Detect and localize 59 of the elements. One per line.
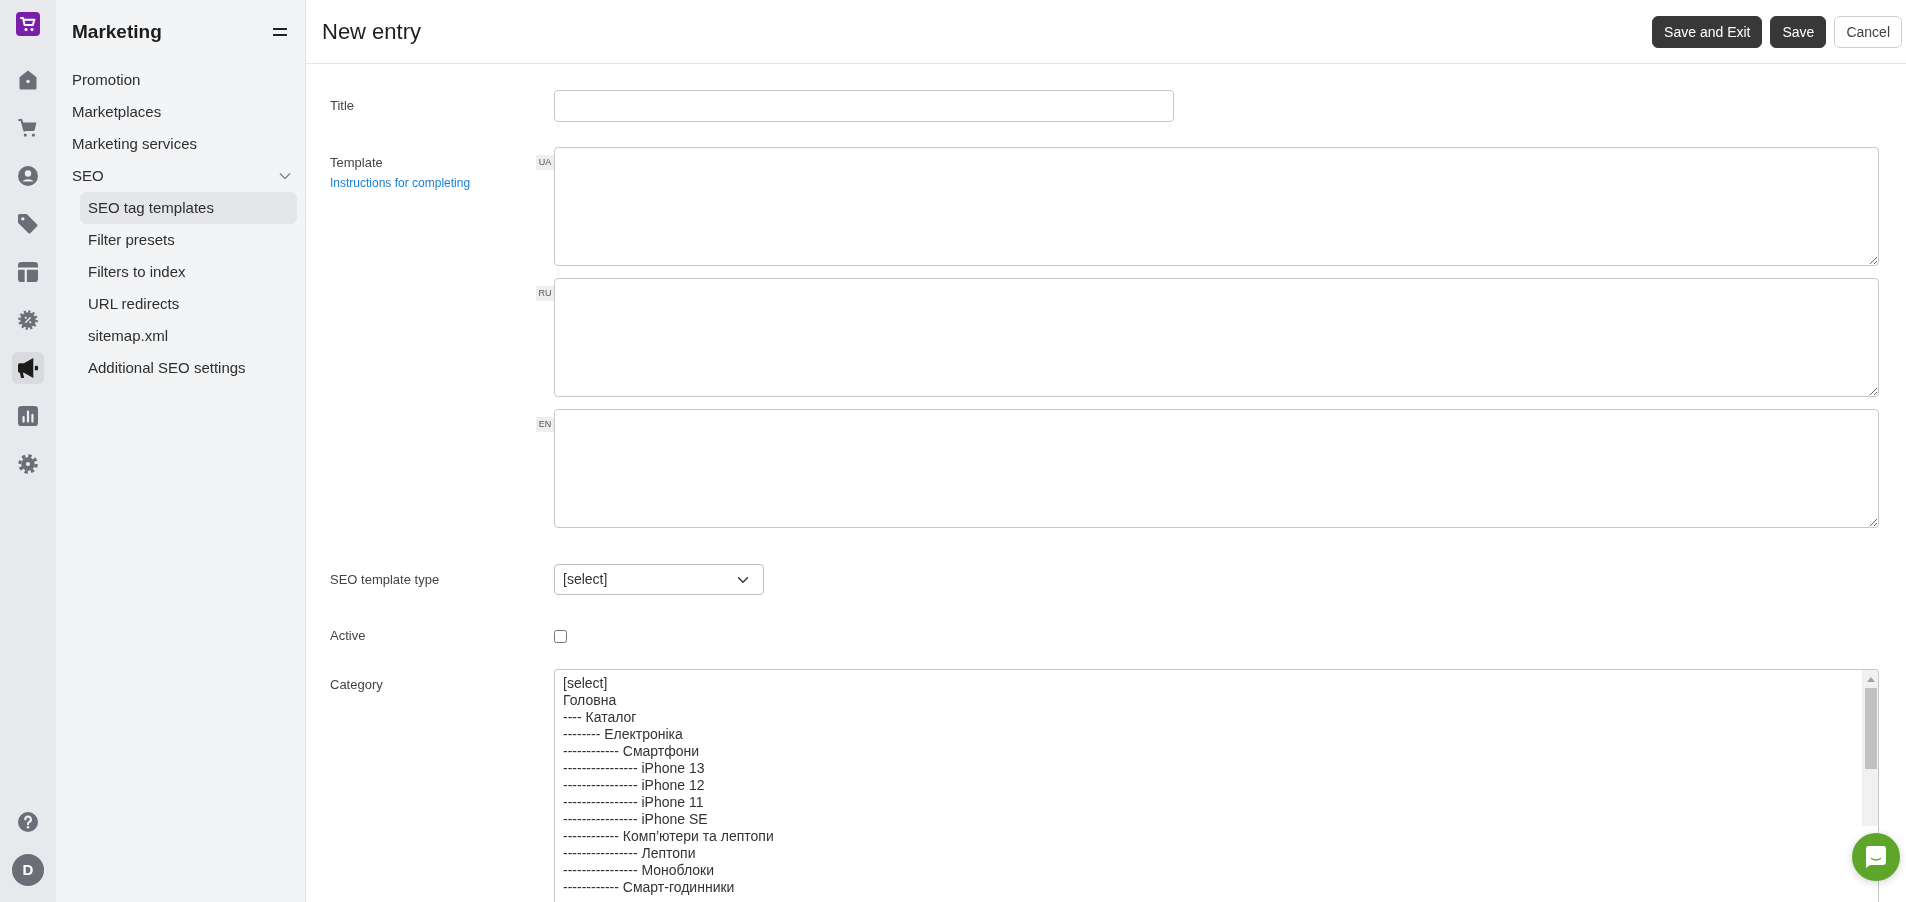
- category-option[interactable]: ---------------- iPhone 13: [555, 760, 709, 777]
- category-option[interactable]: ---------------- iPhone 11: [555, 794, 708, 811]
- sidebar-item[interactable]: Marketing services: [72, 128, 297, 160]
- language-tag: EN: [536, 417, 554, 432]
- template-type-select[interactable]: [select]: [554, 564, 764, 595]
- scrollbar[interactable]: [1862, 670, 1878, 826]
- language-tag: UA: [536, 155, 554, 170]
- field-label: Template: [330, 155, 384, 171]
- category-option[interactable]: ---------------- iPhone SE: [555, 811, 712, 828]
- sidebar-subitem[interactable]: SEO tag templates: [80, 192, 297, 224]
- user-icon: [18, 166, 38, 186]
- percent-badge-icon: [18, 310, 38, 330]
- category-option[interactable]: ------------ Смарт-годинники: [555, 879, 739, 896]
- sidebar-subitem[interactable]: URL redirects: [80, 288, 297, 320]
- category-option[interactable]: ---- Каталог: [555, 709, 641, 726]
- category-option[interactable]: ---------------- iPhone 12: [555, 777, 709, 794]
- category-option[interactable]: Головна: [555, 692, 621, 709]
- cart-icon: [18, 118, 38, 138]
- save-button[interactable]: Save: [1770, 15, 1827, 48]
- sidebar-item[interactable]: Promotion: [72, 64, 297, 96]
- settings-icon: [18, 454, 38, 474]
- logo-icon: [16, 12, 40, 36]
- category-option[interactable]: [select]: [555, 675, 612, 692]
- category-option[interactable]: ---------------- Лептопи: [555, 845, 700, 862]
- chat-button[interactable]: [1852, 833, 1900, 881]
- sidebar-subitem[interactable]: sitemap.xml: [80, 320, 297, 352]
- bar-chart-icon: [18, 406, 38, 426]
- category-option[interactable]: ------------ Комп’ютери та лептопи: [555, 828, 778, 845]
- megaphone-icon: [18, 358, 38, 378]
- sidebar-subitem[interactable]: Filters to index: [80, 256, 297, 288]
- cancel-button[interactable]: Cancel: [1834, 15, 1902, 48]
- field-label: Active: [330, 628, 367, 644]
- title-input[interactable]: [554, 90, 1174, 122]
- scrollbar-thumb[interactable]: [1864, 688, 1877, 769]
- menu-icon: [273, 28, 287, 36]
- sidebar-subitem[interactable]: Filter presets: [80, 224, 297, 256]
- category-option[interactable]: ---------------- Моноблоки: [555, 862, 719, 879]
- field-label: Title: [330, 98, 356, 114]
- language-tag: RU: [536, 286, 554, 301]
- scroll-up-icon: [1866, 677, 1875, 682]
- sidebar-item[interactable]: Marketplaces: [72, 96, 297, 128]
- active-checkbox[interactable]: [554, 630, 567, 643]
- sidebar-subitem[interactable]: Additional SEO settings: [80, 352, 297, 384]
- category-option[interactable]: ------------ Смартфони: [555, 743, 704, 760]
- chat-icon: [1866, 846, 1886, 868]
- megaphone-nav-button[interactable]: [12, 352, 44, 384]
- user-avatar[interactable]: D: [12, 854, 44, 886]
- field-label: Category: [330, 677, 384, 693]
- save-and-exit-button[interactable]: Save and Exit: [1652, 15, 1763, 48]
- help-icon: [18, 812, 38, 832]
- page-title: New entry: [322, 18, 422, 46]
- field-label: SEO template type: [330, 572, 441, 588]
- layout-icon: [18, 262, 38, 282]
- sidebar-item[interactable]: SEO: [72, 160, 297, 192]
- home-icon: [18, 70, 38, 90]
- instructions-link[interactable]: Instructions for completing: [330, 174, 471, 192]
- tag-icon: [18, 214, 38, 234]
- sidebar-title: Marketing: [72, 19, 162, 44]
- category-option[interactable]: -------- Електроніка: [555, 726, 687, 743]
